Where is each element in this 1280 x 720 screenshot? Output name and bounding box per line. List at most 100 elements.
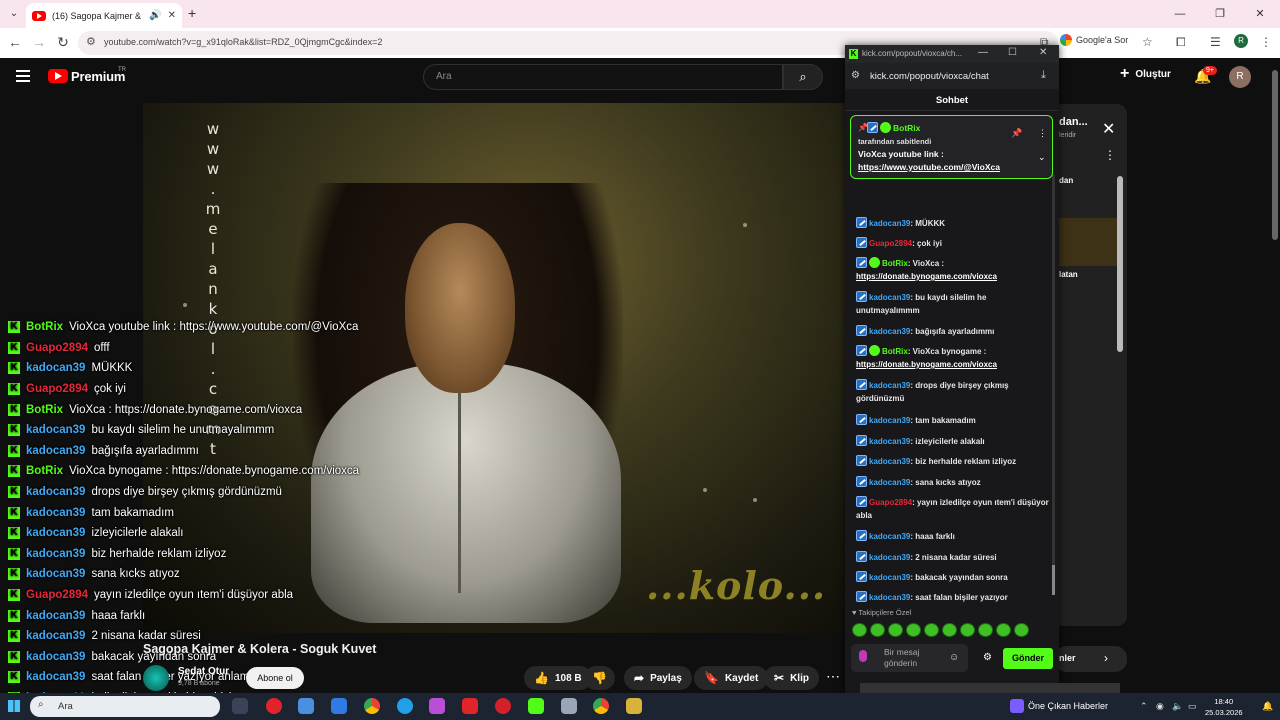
popup-site-info-icon[interactable]: ⚙ (851, 70, 860, 81)
chevron-right-icon[interactable]: › (1104, 651, 1108, 665)
speaker-icon[interactable]: 🔊 (149, 10, 161, 21)
related-item-title[interactable]: latan (1059, 270, 1078, 279)
chat-message[interactable]: BotRix: VioXca : https://donate.bynogame.… (856, 257, 1050, 283)
chat-username[interactable]: kadocan39 (869, 293, 910, 302)
page-scrollbar[interactable] (1272, 70, 1278, 240)
pinned-message[interactable]: 📌 BotRix tarafından sabitlendi VioXca yo… (850, 115, 1053, 179)
chat-message[interactable]: kadocan39: bağışıfa ayarladımmı (856, 325, 1050, 338)
extensions-icon[interactable]: ⧠ (1176, 35, 1186, 50)
menu-icon[interactable] (16, 70, 30, 82)
chat-username[interactable]: kadocan39 (869, 219, 910, 228)
chat-message[interactable]: kadocan39: bu kaydı silelim he unutmayal… (856, 291, 1050, 317)
google-ask-chip[interactable]: Google'a Sor (1060, 34, 1128, 46)
emote-icon[interactable] (996, 623, 1011, 637)
chat-message[interactable]: kadocan39: haaa farklı (856, 530, 1050, 543)
unpin-icon[interactable]: 📌 (1011, 128, 1022, 139)
related-item-highlight[interactable] (1055, 218, 1117, 266)
chevron-down-icon[interactable]: ⌄ (1038, 152, 1046, 163)
popup-minimize-icon[interactable]: — (978, 47, 988, 58)
download-icon[interactable]: ⤓ (1041, 69, 1046, 82)
popup-maximize-icon[interactable]: ☐ (1008, 47, 1017, 58)
chat-message[interactable]: kadocan39: sana kıcks atıyoz (856, 476, 1050, 489)
popup-address-bar[interactable]: ⚙ kick.com/popout/vioxca/chat ⤓ (845, 63, 1059, 89)
volume-icon[interactable]: 🔈 (1172, 701, 1183, 712)
network-icon[interactable]: ◉ (1156, 701, 1164, 712)
popup-close-icon[interactable]: ✕ (1039, 47, 1047, 58)
chat-message[interactable]: Guapo2894: yayın izledilçe oyun ıtem'i d… (856, 496, 1050, 522)
news-icon[interactable] (1010, 699, 1024, 713)
back-icon[interactable]: ← (6, 34, 24, 50)
popup-titlebar[interactable]: K kick.com/popout/vioxca/ch... — ☐ ✕ (845, 45, 1059, 63)
related-item-title[interactable]: dan (1059, 176, 1073, 185)
news-label[interactable]: Öne Çıkan Haberler (1028, 701, 1108, 711)
forward-icon[interactable]: → (30, 34, 48, 50)
emote-icon[interactable] (924, 623, 939, 637)
clip-button[interactable]: ✂ Klip (764, 666, 819, 690)
chat-message[interactable]: Guapo2894: çok iyi (856, 237, 1050, 250)
battery-icon[interactable]: ▭ (1188, 701, 1197, 712)
chat-username[interactable]: kadocan39 (869, 593, 910, 602)
chat-scrollbar-thumb[interactable] (1052, 565, 1055, 595)
emote-icon[interactable] (906, 623, 921, 637)
chat-message[interactable]: kadocan39: drops diye birşey çıkmış görd… (856, 379, 1050, 405)
chat-username[interactable]: BotRix (882, 259, 908, 268)
chat-message-link[interactable]: https://donate.bynogame.com/vioxca (856, 272, 997, 281)
task-view-icon[interactable] (232, 698, 248, 714)
chat-scrollbar-track[interactable] (1052, 175, 1055, 595)
related-chip[interactable]: nler (1055, 646, 1127, 672)
bookmark-star-icon[interactable]: ☆ (1142, 35, 1153, 49)
panel-scrollbar[interactable] (1117, 176, 1123, 352)
opera-gx-icon[interactable] (495, 698, 511, 714)
emote-icon[interactable] (942, 623, 957, 637)
close-window-icon[interactable]: ✕ (1240, 0, 1280, 28)
emote-icon[interactable] (978, 623, 993, 637)
chat-message[interactable]: kadocan39: izleyicilerle alakalı (856, 435, 1050, 448)
browser-menu-icon[interactable]: ⋮ (1260, 35, 1272, 49)
channel-avatar[interactable] (143, 665, 169, 691)
tray-chevron-icon[interactable]: ⌃ (1140, 701, 1148, 712)
chat-username[interactable]: kadocan39 (869, 532, 910, 541)
share-button[interactable]: ➦ Paylaş (624, 666, 692, 690)
system-clock[interactable]: 18:40 25.03.2026 (1205, 696, 1243, 718)
browser-profile-avatar[interactable]: R (1234, 34, 1248, 48)
create-button[interactable]: + Oluştur (1120, 66, 1171, 82)
pinned-more-icon[interactable]: ⋮ (1038, 128, 1047, 139)
chat-username[interactable]: kadocan39 (869, 573, 910, 582)
chrome-icon-2[interactable] (593, 698, 609, 714)
chat-message[interactable]: kadocan39: tam bakamadım (856, 414, 1050, 427)
taskbar-search[interactable]: ⌕ Ara (30, 696, 220, 717)
chat-username[interactable]: kadocan39 (869, 478, 910, 487)
chat-username[interactable]: Guapo2894 (869, 239, 912, 248)
emote-icon[interactable] (888, 623, 903, 637)
chat-message[interactable]: kadocan39: biz herhalde reklam izliyoz (856, 455, 1050, 468)
windows-start-icon[interactable] (8, 700, 20, 712)
search-input[interactable]: Ara (423, 64, 783, 90)
emote-icon[interactable] (1014, 623, 1029, 637)
chat-username[interactable]: kadocan39 (869, 416, 910, 425)
chat-username[interactable]: BotRix (882, 347, 908, 356)
microphone-icon[interactable] (859, 650, 867, 662)
mail-icon[interactable] (331, 698, 347, 714)
chat-message[interactable]: kadocan39: bakacak yayından sonra (856, 571, 1050, 584)
new-tab-icon[interactable]: + (188, 5, 196, 21)
chat-username[interactable]: kadocan39 (869, 327, 910, 336)
chat-username[interactable]: kadocan39 (869, 457, 910, 466)
close-tab-icon[interactable]: ✕ (168, 10, 176, 21)
dislike-button[interactable]: 👎 (584, 666, 615, 690)
chat-message[interactable]: kadocan39: saat falan bişiler yazıyor an… (856, 591, 1050, 605)
channel-name[interactable]: Sedat Otur (178, 666, 229, 677)
close-panel-icon[interactable]: ✕ (1102, 119, 1115, 139)
chrome-profile-icon[interactable] (561, 698, 577, 714)
chat-message[interactable]: BotRix: VioXca bynogame : https://donate.… (856, 345, 1050, 371)
chat-message[interactable]: kadocan39: MÜKKK (856, 217, 1050, 230)
emote-icon[interactable] (852, 623, 867, 637)
account-avatar[interactable]: R (1229, 66, 1251, 88)
emote-icon[interactable] (870, 623, 885, 637)
like-button[interactable]: 👍 108 B (524, 666, 592, 690)
youtube-logo-icon[interactable] (48, 69, 68, 83)
chat-username[interactable]: Guapo2894 (869, 498, 912, 507)
emote-icon[interactable] (960, 623, 975, 637)
pinned-message-link[interactable]: https://www.youtube.com/@VioXca (858, 162, 1000, 172)
chat-message-input[interactable]: Bir mesaj gönderin ☺ (851, 644, 968, 672)
kick-app-icon[interactable] (528, 698, 544, 714)
